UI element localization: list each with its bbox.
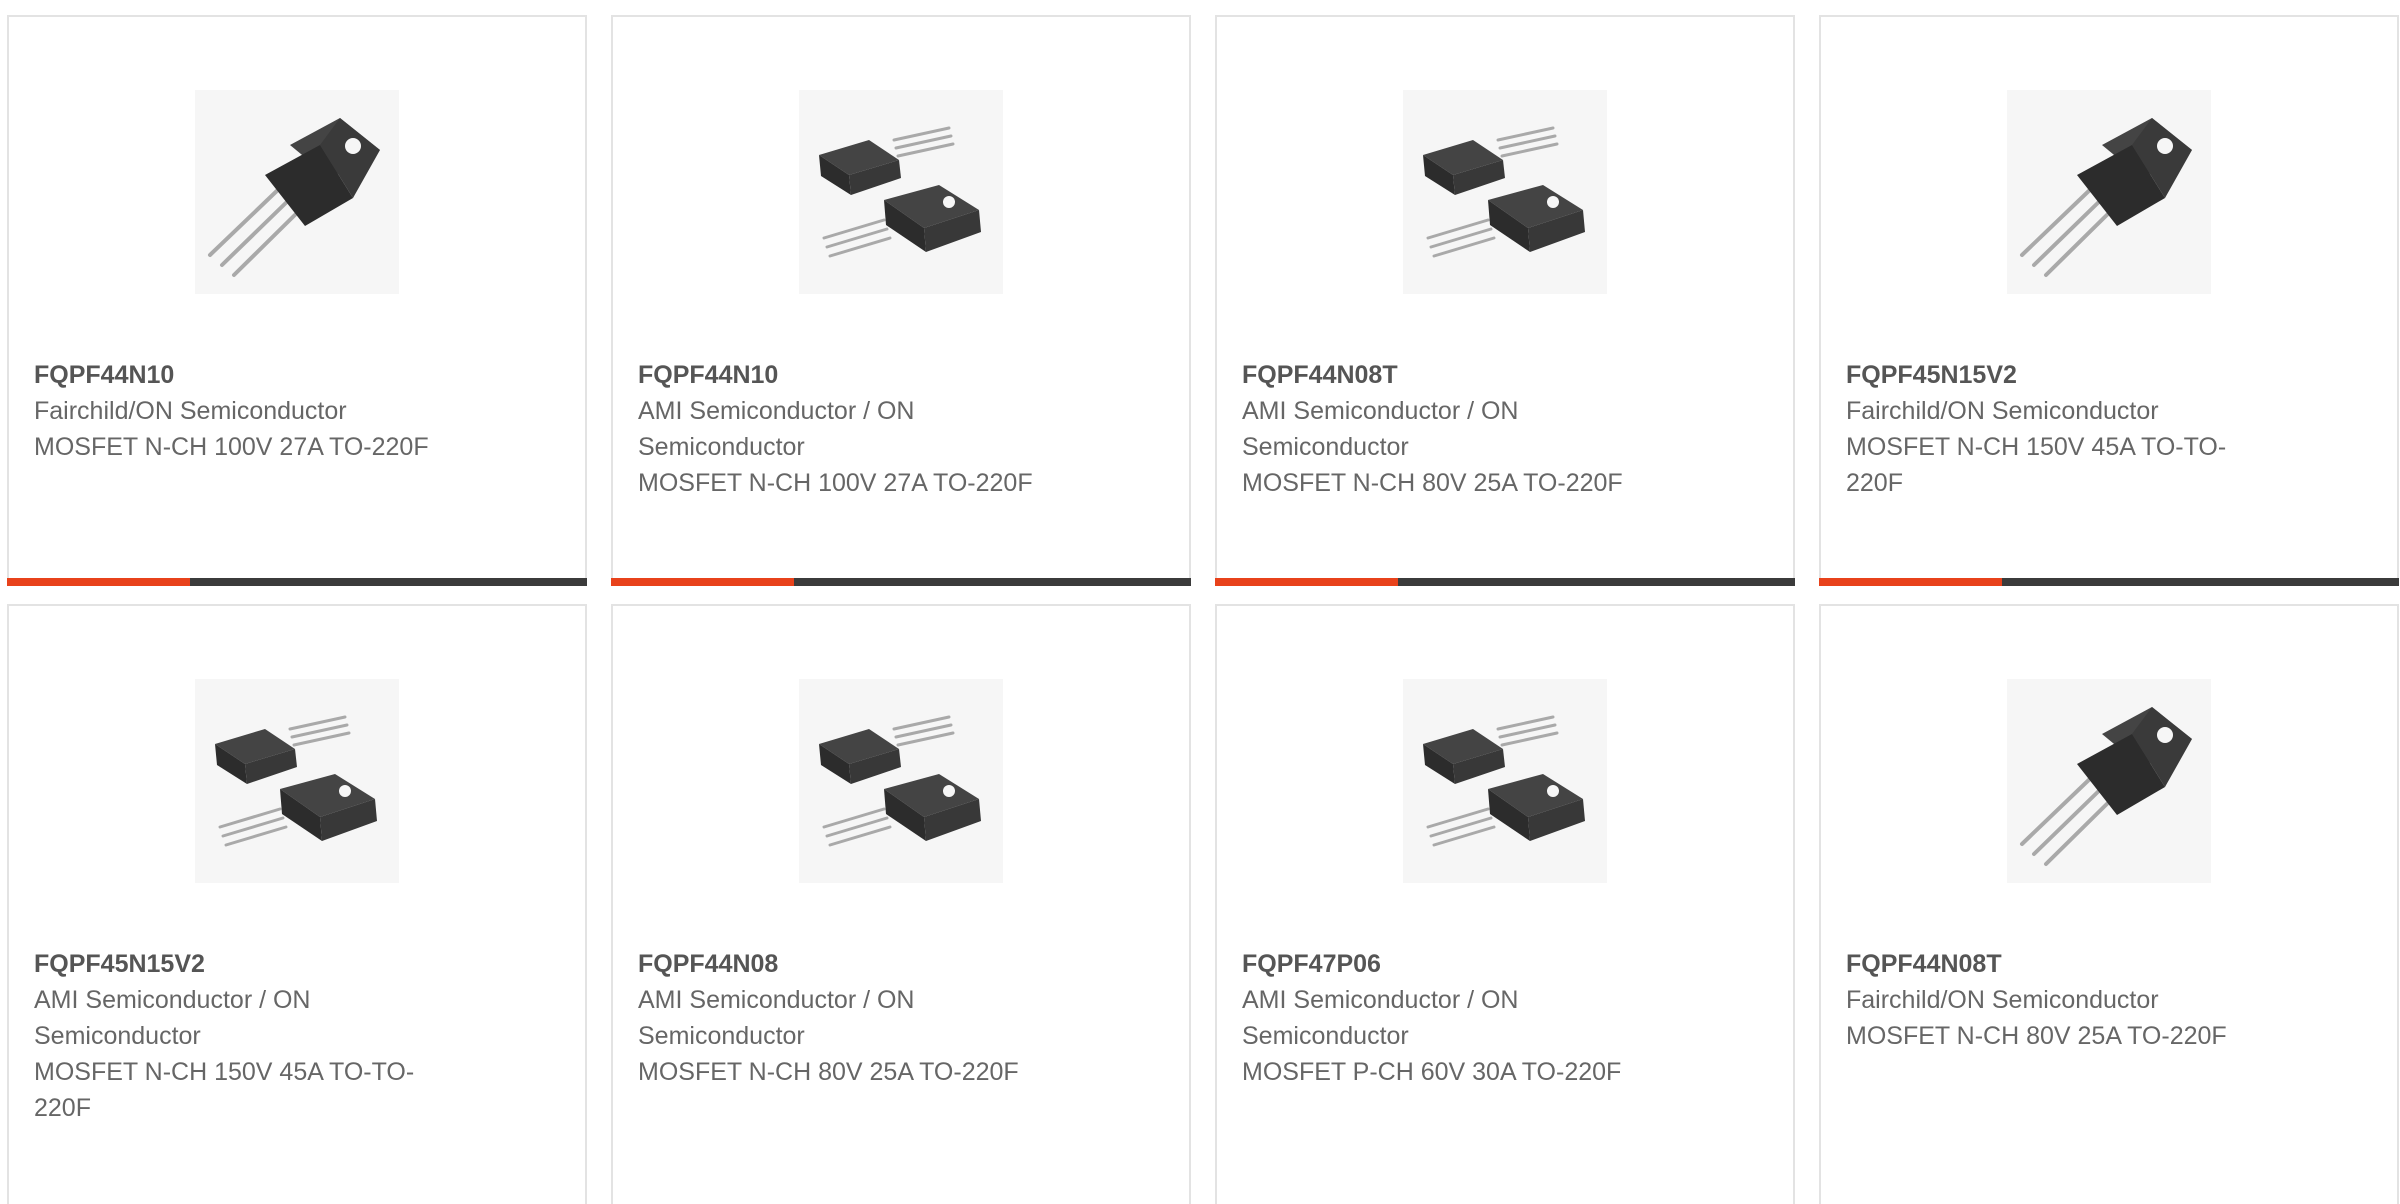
to220f-pair-icon: [1403, 679, 1607, 883]
product-card[interactable]: FQPF45N15V2 Fairchild/ON Semiconductor M…: [1819, 15, 2399, 586]
to220f-pair-icon: [195, 679, 399, 883]
card-footer-bar: [7, 578, 587, 586]
product-card[interactable]: FQPF44N10 AMI Semiconductor / ON Semicon…: [611, 15, 1191, 586]
description: MOSFET N-CH 100V 27A TO-220F: [638, 469, 1033, 497]
product-card[interactable]: FQPF45N15V2 AMI Semiconductor / ON Semic…: [7, 604, 587, 1204]
to220f-single-icon: [195, 90, 399, 294]
description: MOSFET N-CH 150V 45A TO-TO-220F: [1846, 433, 2227, 497]
product-card[interactable]: FQPF44N10 Fairchild/ON Semiconductor MOS…: [7, 15, 587, 586]
part-number[interactable]: FQPF45N15V2: [34, 946, 464, 982]
to220f-pair-icon: [1403, 90, 1607, 294]
manufacturer: Fairchild/ON Semiconductor: [1846, 397, 2159, 425]
manufacturer: AMI Semiconductor / ON Semiconductor: [638, 986, 915, 1050]
product-card[interactable]: FQPF44N08T AMI Semiconductor / ON Semico…: [1215, 15, 1795, 586]
to220f-pair-icon: [799, 679, 1003, 883]
product-card[interactable]: FQPF44N08T Fairchild/ON Semiconductor MO…: [1819, 604, 2399, 1204]
part-number[interactable]: FQPF47P06: [1242, 946, 1672, 982]
accent-stripe: [611, 578, 794, 586]
manufacturer: AMI Semiconductor / ON Semiconductor: [1242, 397, 1519, 461]
card-footer-bar: [1819, 578, 2399, 586]
description: MOSFET N-CH 150V 45A TO-TO-220F: [34, 1058, 415, 1122]
description: MOSFET N-CH 80V 25A TO-220F: [1846, 1022, 2227, 1050]
card-footer-bar: [611, 578, 1191, 586]
description: MOSFET P-CH 60V 30A TO-220F: [1242, 1058, 1622, 1086]
accent-stripe: [1215, 578, 1398, 586]
manufacturer: AMI Semiconductor / ON Semiconductor: [1242, 986, 1519, 1050]
part-number[interactable]: FQPF44N10: [638, 357, 1068, 393]
part-number[interactable]: FQPF45N15V2: [1846, 357, 2276, 393]
to220f-pair-icon: [799, 90, 1003, 294]
card-footer-bar: [1215, 578, 1795, 586]
description: MOSFET N-CH 100V 27A TO-220F: [34, 433, 429, 461]
description: MOSFET N-CH 80V 25A TO-220F: [1242, 469, 1623, 497]
part-number[interactable]: FQPF44N08T: [1846, 946, 2276, 982]
to220f-single-icon: [2007, 90, 2211, 294]
description: MOSFET N-CH 80V 25A TO-220F: [638, 1058, 1019, 1086]
part-number[interactable]: FQPF44N08: [638, 946, 1068, 982]
manufacturer: AMI Semiconductor / ON Semiconductor: [34, 986, 311, 1050]
accent-stripe: [1819, 578, 2002, 586]
product-grid: FQPF44N10 Fairchild/ON Semiconductor MOS…: [0, 0, 2400, 1204]
manufacturer: AMI Semiconductor / ON Semiconductor: [638, 397, 915, 461]
manufacturer: Fairchild/ON Semiconductor: [34, 397, 347, 425]
to220f-single-icon: [2007, 679, 2211, 883]
part-number[interactable]: FQPF44N08T: [1242, 357, 1672, 393]
part-number[interactable]: FQPF44N10: [34, 357, 464, 393]
accent-stripe: [7, 578, 190, 586]
manufacturer: Fairchild/ON Semiconductor: [1846, 986, 2159, 1014]
product-card[interactable]: FQPF44N08 AMI Semiconductor / ON Semicon…: [611, 604, 1191, 1204]
product-card[interactable]: FQPF47P06 AMI Semiconductor / ON Semicon…: [1215, 604, 1795, 1204]
